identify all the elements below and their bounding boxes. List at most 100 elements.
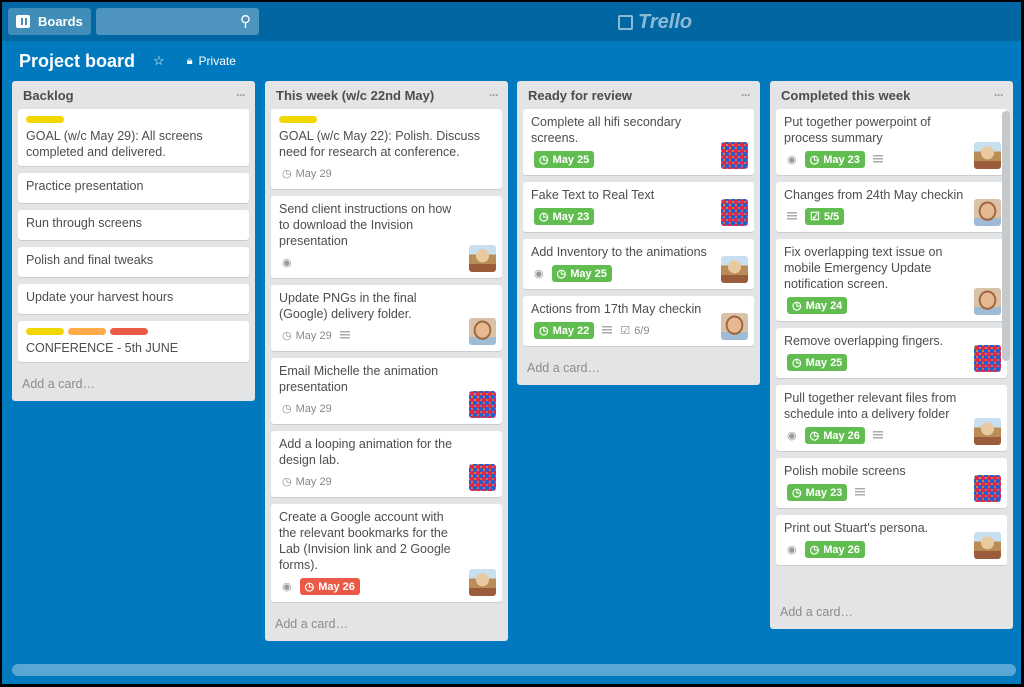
card-badges: ◷ May 25 [531, 150, 716, 169]
board-title[interactable]: Project board [19, 51, 135, 72]
card[interactable]: Update your harvest hours [18, 284, 249, 314]
card[interactable]: Put together powerpoint of process summa… [776, 109, 1007, 175]
card-label[interactable] [26, 328, 64, 335]
avatar[interactable] [974, 345, 1001, 372]
avatar[interactable] [469, 464, 496, 491]
card-label[interactable] [279, 116, 317, 123]
list-scrollbar[interactable] [1002, 111, 1010, 361]
card[interactable]: Complete all hifi secondary screens. ◷ May… [523, 109, 754, 175]
star-icon[interactable]: ☆ [153, 53, 165, 69]
card-label[interactable] [26, 116, 64, 123]
card-title: Polish mobile screens [784, 464, 906, 478]
card-title: Changes from 24th May checkin [784, 188, 964, 202]
horizontal-scrollbar[interactable] [12, 664, 1016, 676]
add-card-link[interactable]: Add a card… [523, 353, 754, 385]
list-title[interactable]: This week (w/c 22nd May) [276, 88, 434, 103]
card[interactable]: Practice presentation [18, 173, 249, 203]
list-title[interactable]: Completed this week [781, 88, 910, 103]
list-menu-icon[interactable]: ··· [994, 88, 1004, 102]
clock-icon: ◷ [809, 430, 820, 442]
card-title: Polish and final tweaks [26, 253, 154, 267]
list-header: Ready for review ··· [523, 81, 754, 109]
card[interactable]: Fake Text to Real Text ◷ May 23 [523, 182, 754, 232]
visibility-button[interactable]: Private [199, 54, 236, 68]
avatar[interactable] [974, 142, 1001, 169]
avatar[interactable] [721, 142, 748, 169]
card-title: GOAL (w/c May 22): Polish. Discuss need … [279, 129, 480, 159]
card[interactable]: Add a looping animation for the design l… [271, 431, 502, 497]
avatar[interactable] [721, 256, 748, 283]
lock-icon[interactable]: 🔒︎ [187, 55, 193, 68]
avatar[interactable] [469, 245, 496, 272]
card-title: Remove overlapping fingers. [784, 334, 944, 348]
list-completed-this-week: Completed this week ··· Put together power… [770, 81, 1013, 629]
avatar[interactable] [974, 199, 1001, 226]
card[interactable]: Polish mobile screens ◷ May 23 [776, 458, 1007, 508]
list-menu-icon[interactable]: ··· [236, 88, 246, 102]
due-date: May 23 [823, 153, 860, 166]
search-icon[interactable]: ⚲ [240, 12, 251, 30]
card-title: GOAL (w/c May 29): All screens completed… [26, 129, 203, 159]
card[interactable]: Print out Stuart's persona. ◉ ◷ May 26 [776, 515, 1007, 565]
card[interactable]: GOAL (w/c May 29): All screens completed… [18, 109, 249, 166]
trello-logo[interactable]: Trello [618, 11, 692, 34]
list-menu-icon[interactable]: ··· [489, 88, 499, 102]
watch-icon: ◉ [282, 257, 292, 269]
clock-icon: ◷ [539, 211, 549, 223]
boards-button[interactable]: Boards [8, 8, 91, 35]
card[interactable]: Run through screens [18, 210, 249, 240]
clock-icon: ◷ [282, 330, 292, 342]
avatar[interactable] [974, 532, 1001, 559]
search-input[interactable]: ⚲ [96, 8, 259, 35]
due-date-badge: ◷ May 24 [787, 297, 848, 314]
card[interactable]: Create a Google account with the relevan… [271, 504, 502, 602]
clock-icon: ◷ [809, 544, 820, 556]
avatar[interactable] [974, 418, 1001, 445]
clock-icon: ◷ [809, 154, 820, 166]
card[interactable]: Email Michelle the animation presentatio… [271, 358, 502, 424]
list-header: This week (w/c 22nd May) ··· [271, 81, 502, 109]
list-title[interactable]: Backlog [23, 88, 74, 103]
avatar[interactable] [721, 313, 748, 340]
add-card-link[interactable]: Add a card… [18, 369, 249, 401]
card[interactable]: Send client instructions on how to downl… [271, 196, 502, 278]
card[interactable]: Polish and final tweaks [18, 247, 249, 277]
card-title: Fix overlapping text issue on mobile Eme… [784, 245, 943, 291]
list-title[interactable]: Ready for review [528, 88, 632, 103]
card-label[interactable] [68, 328, 106, 335]
card[interactable]: Changes from 24th May checkin ☑ 5/5 [776, 182, 1007, 232]
due-date-badge: ◷ May 23 [804, 151, 865, 168]
list-menu-icon[interactable]: ··· [741, 88, 751, 102]
clock-icon: ◷ [539, 154, 549, 166]
due-date-badge: ◷ May 25 [787, 354, 848, 371]
card[interactable]: Actions from 17th May checkin ◷ May 22 ☑ 6/9 [523, 296, 754, 346]
card[interactable]: Pull together relevant files from schedu… [776, 385, 1007, 451]
card[interactable]: Add Inventory to the animations ◉ ◷ May 25 [523, 239, 754, 289]
card[interactable]: Remove overlapping fingers. ◷ May 25 [776, 328, 1007, 378]
due-date: May 29 [295, 167, 332, 180]
checklist-count: 5/5 [823, 210, 840, 223]
avatar[interactable] [469, 318, 496, 345]
card-labels [26, 116, 242, 123]
avatar[interactable] [721, 199, 748, 226]
card[interactable]: Update PNGs in the final (Google) delive… [271, 285, 502, 351]
due-date-badge: ◷ May 29 [282, 167, 332, 181]
boards-icon [16, 15, 30, 28]
add-card-link[interactable]: Add a card… [776, 597, 1006, 629]
card[interactable]: CONFERENCE - 5th JUNE [18, 321, 249, 362]
card[interactable]: GOAL (w/c May 22): Polish. Discuss need … [271, 109, 502, 189]
description-icon [602, 326, 613, 335]
avatar[interactable] [469, 569, 496, 596]
card-badges: ☑ 5/5 [784, 207, 969, 226]
card-title: Pull together relevant files from schedu… [784, 391, 957, 421]
avatar[interactable] [469, 391, 496, 418]
due-date-badge: ◷ May 23 [534, 208, 595, 225]
avatar[interactable] [974, 288, 1001, 315]
avatar[interactable] [974, 475, 1001, 502]
add-card-link[interactable]: Add a card… [271, 609, 502, 641]
card[interactable]: Fix overlapping text issue on mobile Eme… [776, 239, 1007, 321]
description-icon [855, 488, 866, 497]
card-label[interactable] [110, 328, 148, 335]
description-icon [872, 155, 883, 164]
list-header: Backlog ··· [18, 81, 249, 109]
